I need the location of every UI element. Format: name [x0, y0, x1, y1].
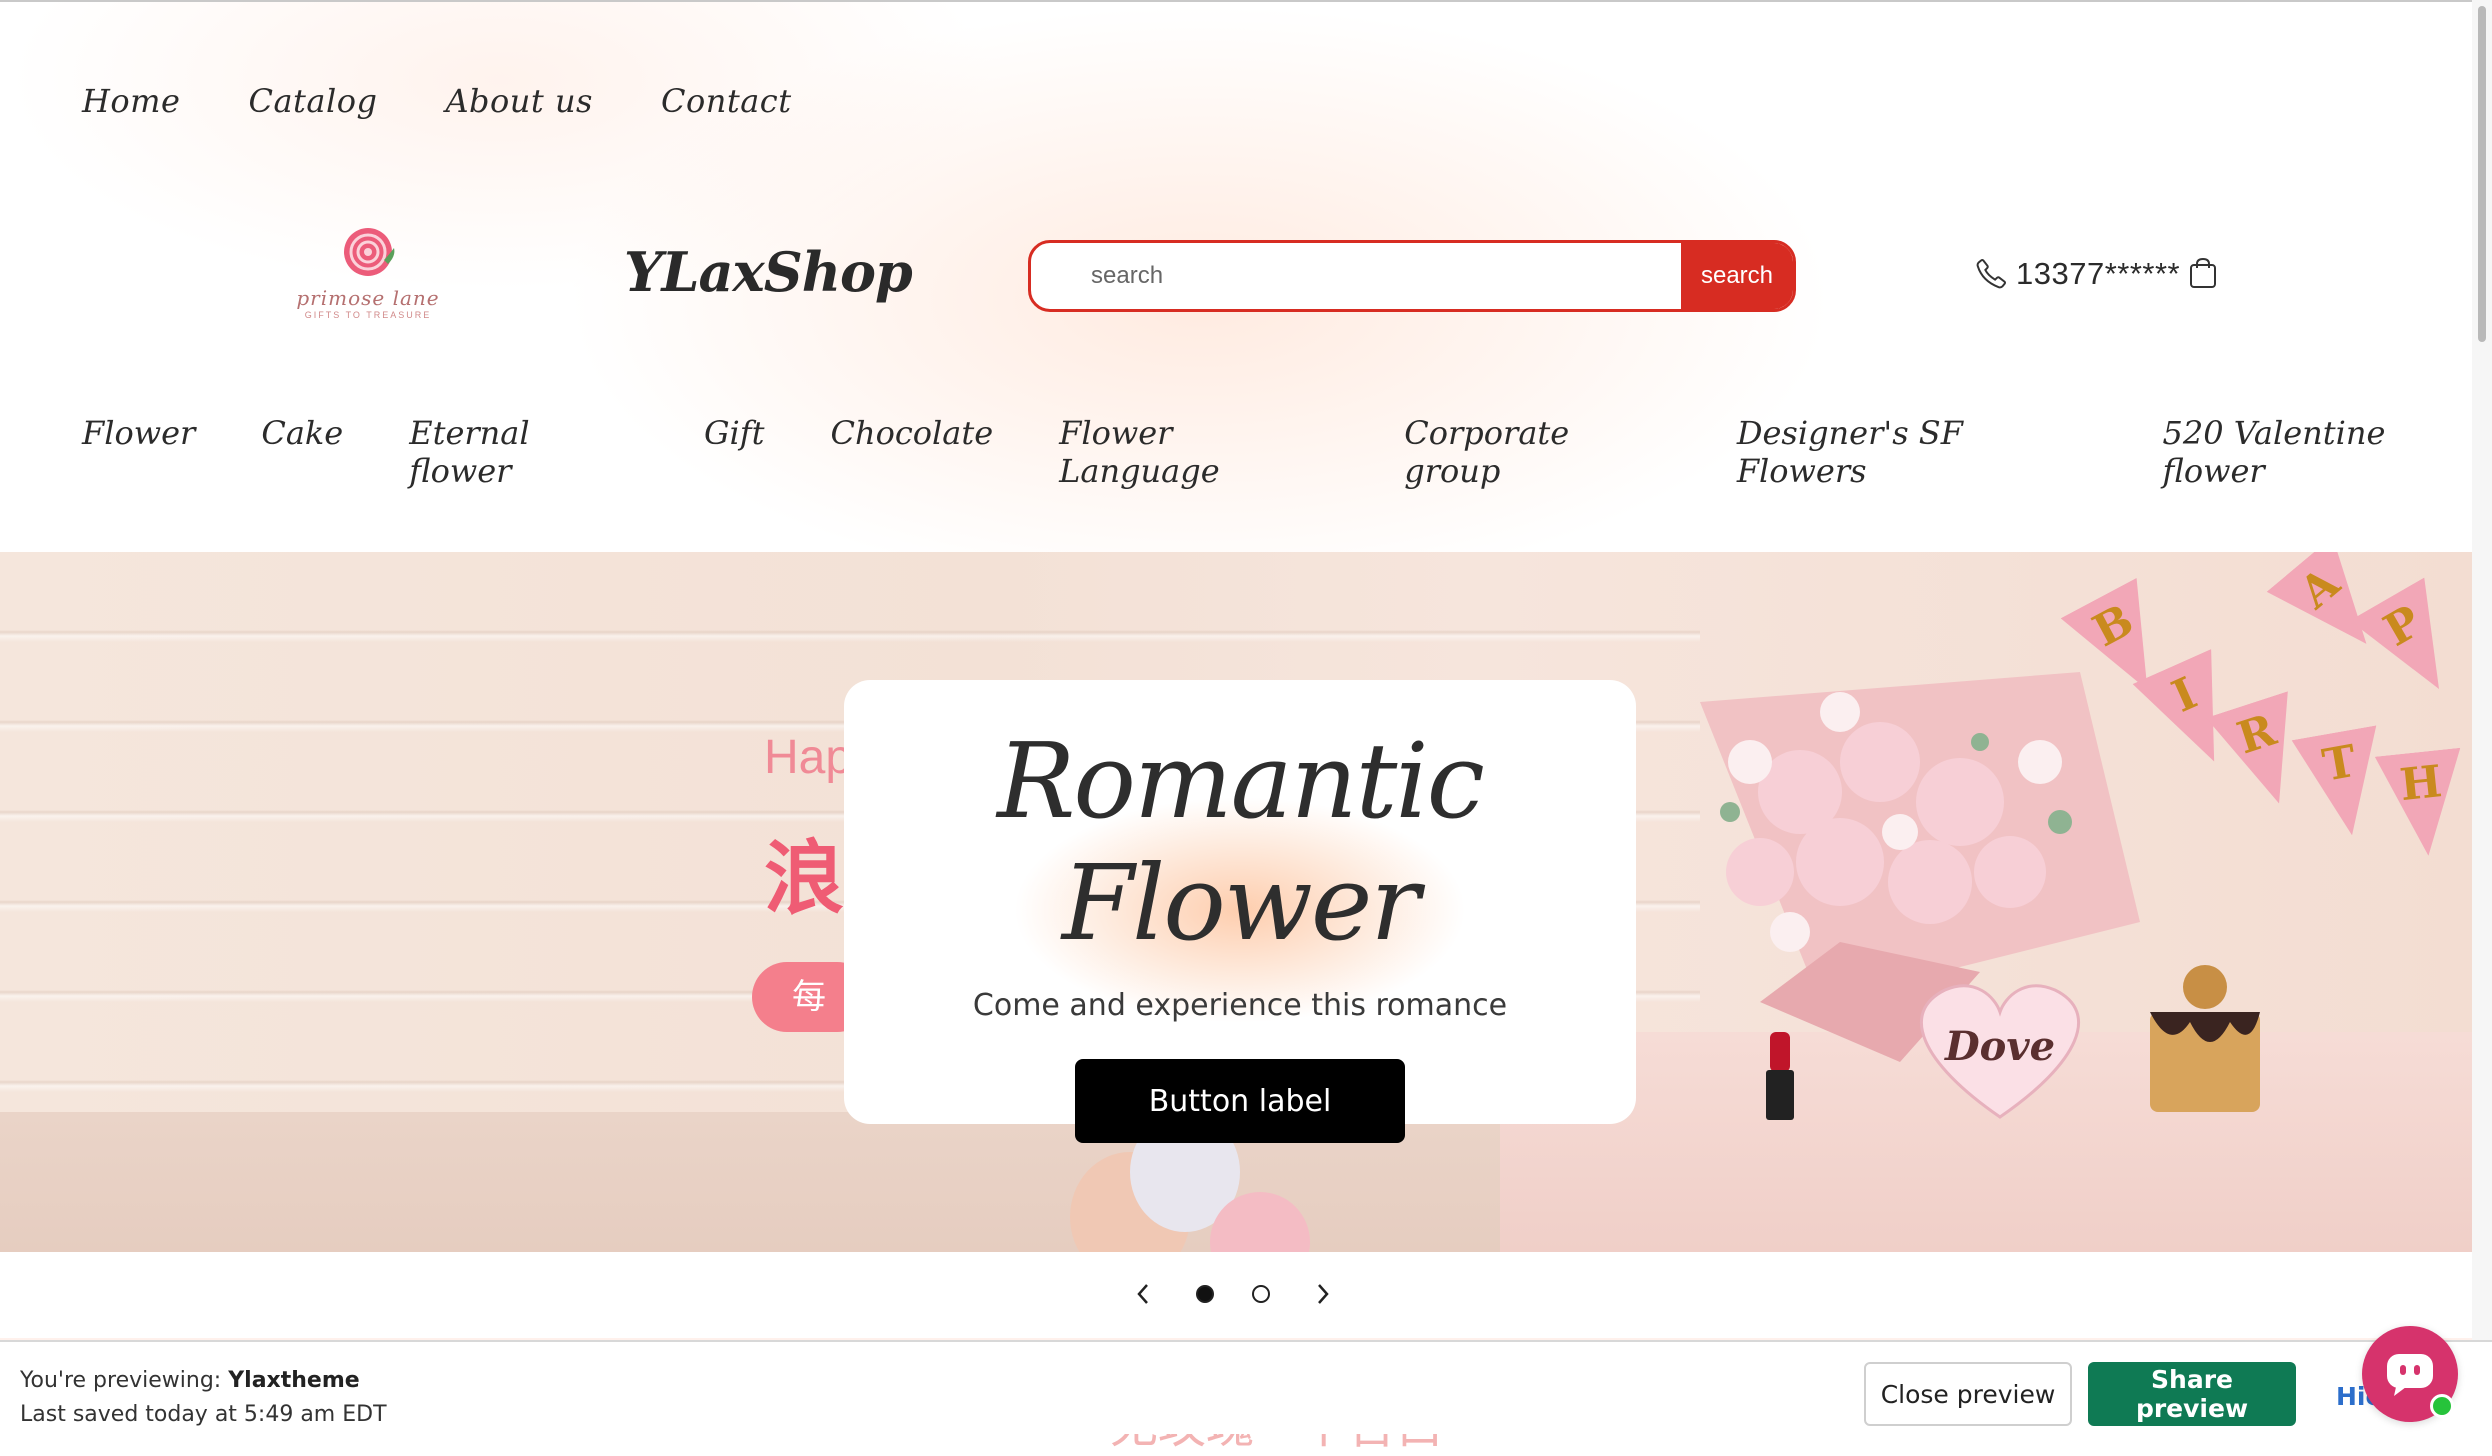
hero-slideshow: Hap 浪 每 B I R T H A P Dove Romantic Flow…: [0, 552, 2472, 1252]
hero-subtitle: Come and experience this romance: [972, 988, 1508, 1023]
slider-prev-button[interactable]: [1128, 1276, 1158, 1312]
slider-controls: [1128, 1276, 1338, 1312]
vertical-scrollbar[interactable]: [2472, 0, 2492, 1340]
search-bar: search: [1028, 240, 1796, 312]
category-chocolate[interactable]: Chocolate: [830, 414, 993, 490]
share-preview-button[interactable]: Share preview: [2088, 1362, 2296, 1426]
slider-dot-2[interactable]: [1252, 1285, 1270, 1303]
nav-catalog[interactable]: Catalog: [248, 82, 377, 120]
rose-logo-icon: [344, 228, 395, 276]
hero-cta-button[interactable]: Button label: [1075, 1059, 1405, 1143]
category-designers-sf-flowers[interactable]: Designer's SF Flowers: [1737, 414, 2097, 490]
nav-home[interactable]: Home: [82, 82, 180, 120]
hero-background-chinese: 浪: [764, 832, 844, 925]
previewing-label: You're previewing:: [20, 1368, 222, 1393]
preview-status: You're previewing: Ylaxtheme: [20, 1368, 360, 1393]
chevron-left-icon: [1137, 1284, 1148, 1304]
cake-image: [2150, 965, 2260, 1112]
category-cake[interactable]: Cake: [261, 414, 343, 490]
theme-name: Ylaxtheme: [228, 1368, 360, 1393]
hero-title: Romantic Flower: [997, 720, 1485, 964]
cart-bag-icon[interactable]: [2188, 256, 2218, 294]
phone-contact[interactable]: 13377******: [1974, 256, 2180, 292]
chat-bubble-icon: [2387, 1354, 2433, 1396]
top-nav: Home Catalog About us Contact: [82, 82, 792, 120]
hero-background-text: Hap: [764, 731, 853, 784]
close-preview-button[interactable]: Close preview: [1864, 1362, 2072, 1426]
chat-launcher-button[interactable]: [2362, 1326, 2458, 1422]
category-flower[interactable]: Flower: [82, 414, 195, 490]
garland-flag: P: [2350, 577, 2472, 710]
chevron-right-icon: [1318, 1284, 1329, 1304]
category-corporate-group[interactable]: Corporate group: [1404, 414, 1671, 490]
category-flower-language[interactable]: Flower Language: [1059, 414, 1338, 490]
slider-next-button[interactable]: [1308, 1276, 1338, 1312]
window-top-border: [0, 0, 2492, 2]
last-saved-text: Last saved today at 5:49 am EDT: [20, 1402, 387, 1427]
nav-about-us[interactable]: About us: [445, 82, 593, 120]
chocolate-heart-box-image: Dove: [1919, 984, 2081, 1119]
garland-flag: H: [2375, 748, 2471, 860]
scrollbar-thumb[interactable]: [2478, 6, 2486, 342]
lipstick-image: [1766, 1032, 1794, 1120]
online-status-dot: [2430, 1394, 2454, 1418]
phone-number: 13377******: [2016, 256, 2181, 291]
logo-tagline: GIFTS TO TREASURE: [304, 310, 432, 320]
search-button[interactable]: search: [1681, 243, 1793, 309]
category-gift[interactable]: Gift: [704, 414, 765, 490]
search-input[interactable]: [1031, 243, 1681, 309]
theme-preview-bar: You're previewing: Ylaxtheme Last saved …: [0, 1340, 2492, 1434]
phone-icon: [1976, 259, 2006, 289]
category-eternal-flower[interactable]: Eternal flower: [409, 414, 638, 490]
garland-flag: T: [2292, 725, 2395, 842]
category-520-valentine-flower[interactable]: 520 Valentine flower: [2162, 414, 2492, 490]
slider-dot-1[interactable]: [1196, 1285, 1214, 1303]
store-logo[interactable]: primose lane GIFTS TO TREASURE: [296, 226, 440, 326]
hero-card: Romantic Flower Come and experience this…: [844, 680, 1636, 1143]
logo-name: primose lane: [296, 286, 440, 310]
dove-box-label: Dove: [1944, 1023, 2055, 1070]
brand-name[interactable]: YLaxShop: [624, 240, 913, 304]
category-nav: Flower Cake Eternal flower Gift Chocolat…: [82, 414, 2492, 490]
nav-contact[interactable]: Contact: [661, 82, 792, 120]
